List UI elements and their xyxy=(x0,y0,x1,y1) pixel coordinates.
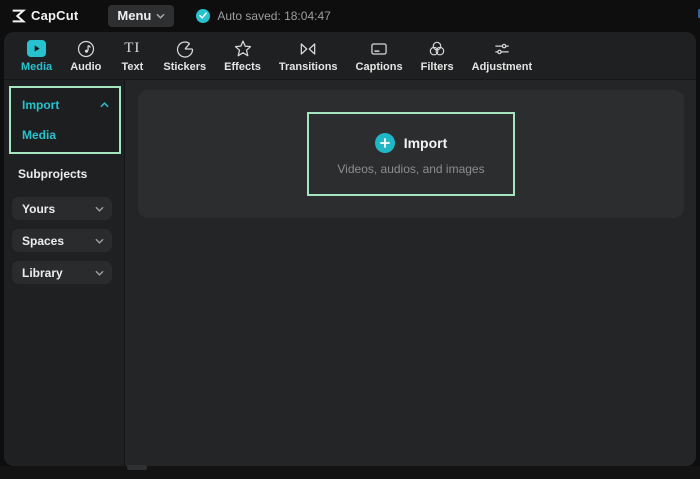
media-sidebar: Import Media Subprojects Yours Spaces Li… xyxy=(4,80,125,466)
autosave-text: Auto saved: 18:04:47 xyxy=(217,8,331,23)
tab-filters[interactable]: Filters xyxy=(412,38,463,73)
media-panel: Import Videos, audios, and images xyxy=(125,80,696,466)
tab-adjustment[interactable]: Adjustment xyxy=(463,38,542,73)
autosave-status: Auto saved: 18:04:47 xyxy=(196,8,331,23)
app-panel: Media Audio TI Text Stickers Effects Tra… xyxy=(4,32,696,466)
text-icon: TI xyxy=(124,40,141,56)
tab-text[interactable]: TI Text xyxy=(110,38,154,73)
tab-media[interactable]: Media xyxy=(12,38,61,73)
media-toolbar: Media Audio TI Text Stickers Effects Tra… xyxy=(4,32,696,80)
plus-icon xyxy=(374,132,395,153)
tab-stickers[interactable]: Stickers xyxy=(154,38,215,73)
chevron-down-icon xyxy=(95,206,104,212)
import-button-label: Import xyxy=(403,134,448,151)
tutorial-highlight-import[interactable]: Import Videos, audios, and images xyxy=(307,112,515,196)
autosave-check-icon xyxy=(196,8,211,23)
tab-captions[interactable]: Captions xyxy=(347,38,412,73)
capcut-logo-icon xyxy=(10,8,26,24)
menu-button[interactable]: Menu xyxy=(108,4,175,27)
scrollbar-thumb[interactable] xyxy=(127,465,147,470)
chevron-down-icon xyxy=(95,238,104,244)
sidebar-dropdown-spaces[interactable]: Spaces xyxy=(12,229,112,252)
menu-button-label: Menu xyxy=(117,8,152,23)
chevron-down-icon xyxy=(156,13,165,19)
sidebar-item-media[interactable]: Media xyxy=(13,120,117,150)
media-icon xyxy=(27,38,47,59)
chevron-down-icon xyxy=(95,270,104,276)
capcut-logo: CapCut xyxy=(0,8,78,24)
adjustment-icon xyxy=(492,38,512,59)
capcut-logo-text: CapCut xyxy=(31,8,79,23)
sidebar-dropdown-library[interactable]: Library xyxy=(12,261,112,284)
tutorial-highlight-sidebar: Import Media xyxy=(9,86,121,154)
tab-audio[interactable]: Audio xyxy=(61,38,110,73)
captions-icon xyxy=(369,38,389,59)
sidebar-item-import[interactable]: Import xyxy=(13,90,117,120)
chevron-up-icon xyxy=(100,102,109,108)
stickers-icon xyxy=(175,38,195,59)
transitions-icon xyxy=(298,38,318,59)
tab-transitions[interactable]: Transitions xyxy=(270,38,347,73)
sidebar-dropdown-yours[interactable]: Yours xyxy=(12,197,112,220)
content-area: Import Media Subprojects Yours Spaces Li… xyxy=(4,80,696,466)
effects-icon xyxy=(233,38,253,59)
import-dropzone[interactable]: Import Videos, audios, and images xyxy=(138,90,684,218)
timeline-strip xyxy=(0,466,700,479)
audio-icon xyxy=(76,38,96,59)
tab-effects[interactable]: Effects xyxy=(215,38,270,73)
sidebar-item-subprojects[interactable]: Subprojects xyxy=(4,160,124,188)
title-bar: CapCut Menu Auto saved: 18:04:47 xyxy=(0,0,700,31)
import-subtitle: Videos, audios, and images xyxy=(337,161,485,176)
filters-icon xyxy=(427,38,447,59)
